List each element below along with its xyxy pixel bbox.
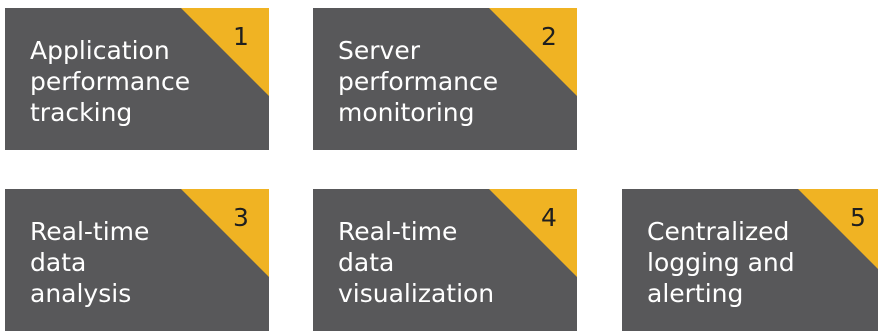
card-label: Application performance tracking (30, 36, 191, 127)
card-number: 5 (850, 203, 866, 232)
corner-accent-triangle (181, 8, 269, 96)
feature-card-logging-alerting: 5 Centralized logging and alerting (622, 189, 878, 331)
card-label: Centralized logging and alerting (647, 217, 795, 308)
corner-accent-triangle (181, 189, 269, 277)
card-label: Server performance monitoring (338, 36, 499, 127)
feature-card-application-performance: 1 Application performance tracking (5, 8, 269, 150)
corner-accent-triangle (489, 8, 577, 96)
card-number: 4 (541, 203, 557, 232)
feature-card-data-visualization: 4 Real-time data visualization (313, 189, 577, 331)
feature-card-server-performance: 2 Server performance monitoring (313, 8, 577, 150)
card-label: Real-time data visualization (338, 217, 495, 308)
card-label: Real-time data analysis (30, 217, 150, 308)
card-number: 2 (541, 22, 557, 51)
card-number: 1 (233, 22, 249, 51)
corner-accent-triangle (489, 189, 577, 277)
card-number: 3 (233, 203, 249, 232)
feature-card-data-analysis: 3 Real-time data analysis (5, 189, 269, 331)
